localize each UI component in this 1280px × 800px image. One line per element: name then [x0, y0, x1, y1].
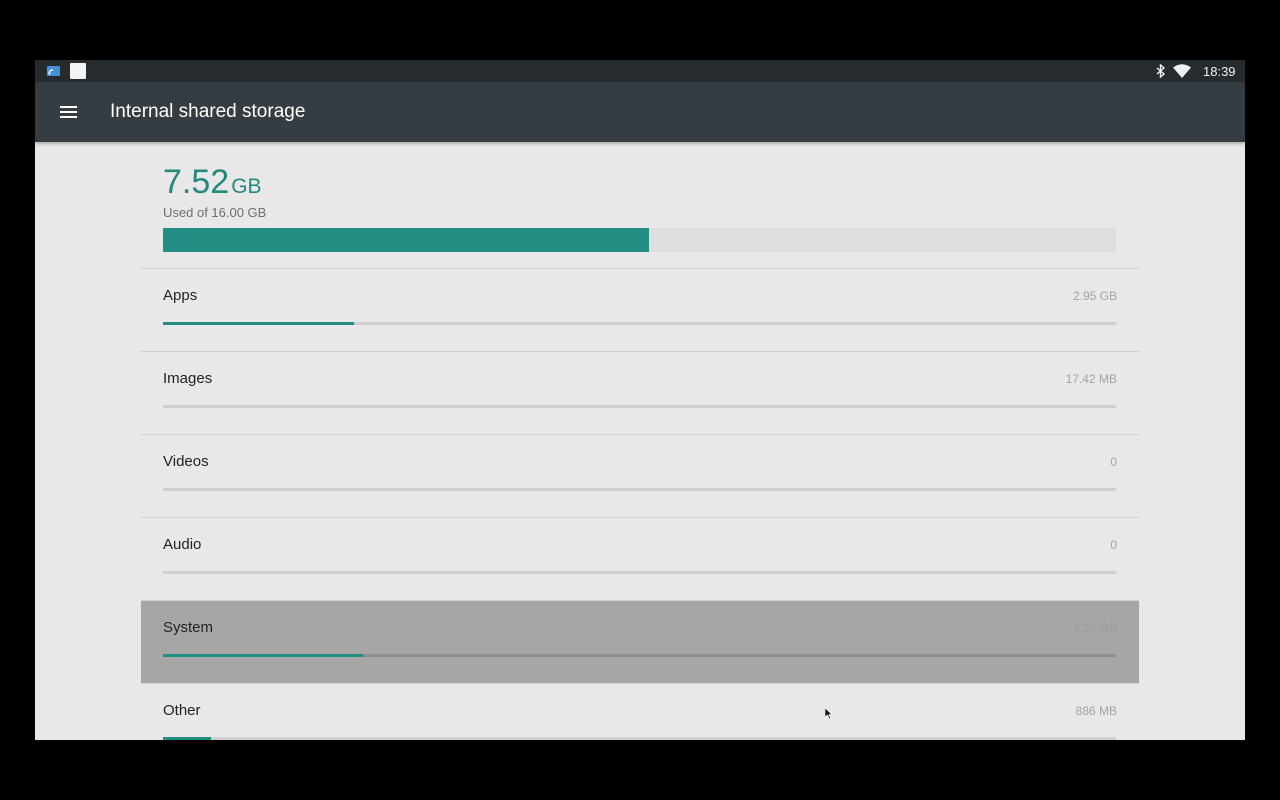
- category-label: Apps: [163, 287, 198, 304]
- category-label: System: [163, 619, 214, 636]
- category-label: Other: [163, 702, 201, 719]
- category-size: 3.17 GB: [1072, 621, 1117, 635]
- used-caption: Used of 16.00 GB: [163, 205, 267, 220]
- bluetooth-icon: [1156, 64, 1166, 78]
- category-label: Videos: [163, 453, 209, 470]
- category-usage-bar: [163, 737, 1116, 740]
- category-size: 17.42 MB: [1065, 372, 1117, 386]
- category-usage-bar: [163, 405, 1116, 408]
- category-usage-fill: [163, 737, 211, 740]
- category-size: 886 MB: [1075, 704, 1117, 718]
- category-usage-bar: [163, 654, 1116, 657]
- category-row-system[interactable]: System 3.17 GB: [141, 600, 1139, 683]
- category-usage-fill: [163, 654, 364, 657]
- wifi-icon: [1173, 64, 1191, 78]
- status-bar: 18:39: [35, 60, 1245, 82]
- used-value: 7.52: [163, 163, 230, 201]
- category-size: 0: [1110, 538, 1117, 552]
- category-list: Apps 2.95 GB Images 17.42 MB Videos 0 Au…: [141, 268, 1139, 740]
- app-toolbar: Internal shared storage: [35, 82, 1245, 142]
- category-usage-bar: [163, 488, 1116, 491]
- category-label: Images: [163, 370, 213, 387]
- screen-cast-icon: [47, 66, 60, 76]
- storage-summary: 7.52GB Used of 16.00 GB: [163, 162, 1116, 220]
- storage-content: 7.52GB Used of 16.00 GB Apps 2.95 GB Ima…: [35, 142, 1245, 740]
- category-row-images[interactable]: Images 17.42 MB: [141, 351, 1139, 434]
- category-usage-bar: [163, 571, 1116, 574]
- category-size: 0: [1110, 455, 1117, 469]
- category-usage-fill: [163, 322, 354, 325]
- hamburger-menu-icon: [60, 106, 77, 118]
- total-usage-fill: [163, 228, 650, 252]
- category-usage-bar: [163, 322, 1116, 325]
- category-row-videos[interactable]: Videos 0: [141, 434, 1139, 517]
- status-time: 18:39: [1203, 64, 1236, 79]
- navigation-menu-button[interactable]: [53, 97, 85, 127]
- category-row-audio[interactable]: Audio 0: [141, 517, 1139, 600]
- mouse-cursor-icon: [825, 708, 833, 720]
- category-size: 2.95 GB: [1072, 289, 1117, 303]
- category-row-other[interactable]: Other 886 MB: [141, 683, 1139, 740]
- category-label: Audio: [163, 536, 202, 553]
- used-unit: GB: [231, 175, 262, 198]
- notification-square-icon: [70, 63, 86, 79]
- page-title: Internal shared storage: [110, 101, 306, 122]
- category-row-apps[interactable]: Apps 2.95 GB: [141, 268, 1139, 351]
- total-usage-bar: [163, 228, 1116, 252]
- android-screen: 18:39 Internal shared storage 7.52GB Use…: [35, 60, 1245, 740]
